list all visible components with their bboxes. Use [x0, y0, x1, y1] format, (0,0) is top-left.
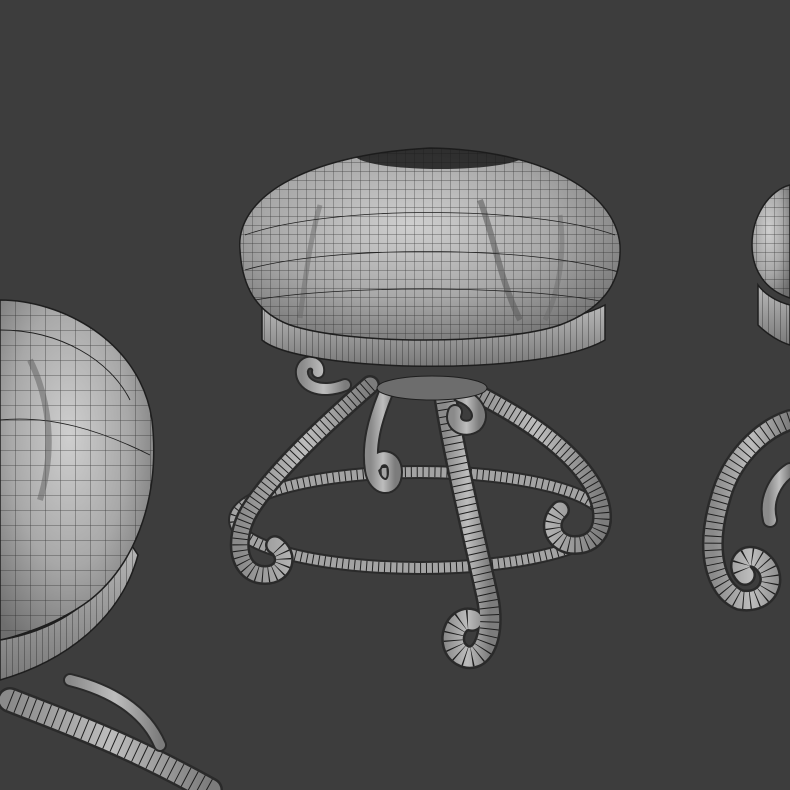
viewport-scene: [0, 140, 790, 790]
right-stool-cushion: [751, 184, 790, 299]
left-stool-legs: [0, 673, 223, 790]
left-stool-cushion: [0, 299, 155, 641]
left-stool[interactable]: [0, 290, 223, 790]
center-stool-legs: [229, 355, 613, 669]
right-stool-legs: [702, 409, 790, 612]
3d-viewport[interactable]: [0, 0, 790, 790]
right-stool[interactable]: [702, 180, 790, 612]
center-stool-cushion: [239, 147, 621, 341]
center-stool[interactable]: [228, 140, 630, 669]
